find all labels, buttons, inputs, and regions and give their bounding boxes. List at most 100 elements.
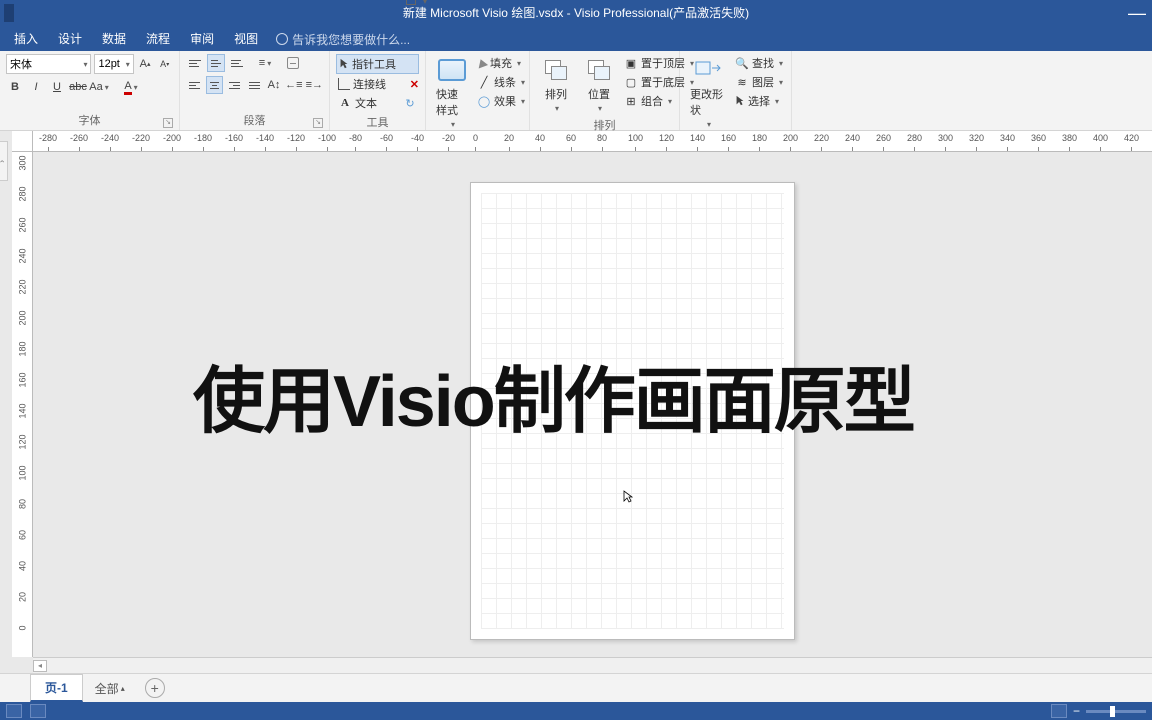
align-middle-button[interactable] bbox=[207, 54, 225, 72]
align-center-button[interactable] bbox=[206, 76, 223, 94]
tell-me-search[interactable]: 告诉我您想要做什么... bbox=[276, 31, 410, 48]
hruler-tick: 420 bbox=[1124, 131, 1139, 152]
tab-view[interactable]: 视图 bbox=[224, 27, 268, 51]
decrease-font-button[interactable]: A▾ bbox=[156, 55, 173, 73]
hruler-tick: -120 bbox=[287, 131, 305, 152]
horizontal-ruler[interactable]: -280-260-240-220-200-180-160-140-120-100… bbox=[33, 131, 1152, 152]
hruler-tick: 40 bbox=[535, 131, 545, 152]
strikethrough-button[interactable]: abc bbox=[69, 78, 87, 96]
sheet-tab-all[interactable]: 全部 ▴ bbox=[85, 676, 135, 701]
delete-connector-icon[interactable]: ✕ bbox=[410, 78, 419, 91]
hruler-tick: 280 bbox=[907, 131, 922, 152]
fill-icon bbox=[476, 58, 488, 69]
quick-styles-button[interactable]: 快速样式 ▾ bbox=[432, 54, 472, 131]
align-bottom-button[interactable] bbox=[228, 54, 246, 72]
effects-button[interactable]: ◯效果▾ bbox=[475, 92, 527, 110]
zoom-out-button[interactable]: − bbox=[1073, 704, 1080, 718]
tab-data[interactable]: 数据 bbox=[92, 27, 136, 51]
hruler-tick: 260 bbox=[876, 131, 891, 152]
vruler-tick: 120 bbox=[12, 437, 33, 447]
bold-button[interactable]: B bbox=[6, 78, 24, 96]
font-name-dropdown[interactable]: 宋体▾ bbox=[6, 54, 91, 74]
vruler-tick: 200 bbox=[12, 313, 33, 323]
hruler-tick: 100 bbox=[628, 131, 643, 152]
tab-design[interactable]: 设计 bbox=[48, 27, 92, 51]
decrease-indent-button[interactable]: ←≡ bbox=[285, 76, 302, 94]
align-right-button[interactable] bbox=[226, 76, 243, 94]
ribbon: 宋体▾ 12pt▾ A▴ A▾ B I U abc Aa▾ A▾ 字体↘ bbox=[0, 51, 1152, 131]
find-button[interactable]: 🔍查找▾ bbox=[733, 54, 785, 72]
vertical-ruler[interactable]: 3002802602402202001801601401201008060402… bbox=[12, 152, 33, 657]
send-back-icon: ▢ bbox=[624, 75, 638, 89]
justify-button[interactable] bbox=[246, 76, 263, 94]
align-top-button[interactable] bbox=[186, 54, 204, 72]
increase-indent-button[interactable]: ≡→ bbox=[306, 76, 323, 94]
pointer-icon bbox=[339, 58, 349, 70]
text-direction-button[interactable]: A↕ bbox=[266, 76, 282, 94]
select-icon bbox=[735, 95, 745, 107]
position-icon bbox=[586, 58, 612, 82]
group-tools: 指针工具 连接线 ✕ A 文本 ↻ ▾ 工具 bbox=[330, 51, 426, 130]
shape-tool-dropdown[interactable]: ▾ bbox=[423, 0, 427, 6]
change-case-button[interactable]: Aa▾ bbox=[90, 78, 108, 96]
font-color-button[interactable]: A▾ bbox=[122, 78, 140, 96]
fill-button[interactable]: 填充▾ bbox=[475, 54, 527, 72]
presentation-mode-button[interactable] bbox=[1051, 704, 1067, 718]
tab-process[interactable]: 流程 bbox=[136, 27, 180, 51]
file-menu-button[interactable] bbox=[4, 4, 14, 22]
layers-button[interactable]: ≋图层▾ bbox=[733, 73, 785, 91]
font-size-dropdown[interactable]: 12pt▾ bbox=[94, 54, 133, 74]
underline-button[interactable]: U bbox=[48, 78, 66, 96]
arrange-icon bbox=[543, 58, 569, 82]
increase-font-button[interactable]: A▴ bbox=[137, 55, 154, 73]
group-shape-styles: 快速样式 ▾ 填充▾ ╱线条▾ ◯效果▾ 形状样式 bbox=[426, 51, 530, 130]
vruler-tick: 160 bbox=[12, 375, 33, 385]
vruler-tick: 140 bbox=[12, 406, 33, 416]
font-dialog-launcher[interactable]: ↘ bbox=[163, 118, 173, 128]
tab-review[interactable]: 审阅 bbox=[180, 27, 224, 51]
status-bar: − bbox=[0, 702, 1152, 720]
hruler-tick: 160 bbox=[721, 131, 736, 152]
scroll-left-button[interactable]: ◂ bbox=[33, 660, 47, 672]
canvas[interactable]: 使用Visio制作画面原型 bbox=[33, 152, 1152, 657]
vruler-tick: 100 bbox=[12, 468, 33, 478]
pointer-tool-button[interactable]: 指针工具 bbox=[336, 54, 419, 74]
hruler-tick: 300 bbox=[938, 131, 953, 152]
hruler-tick: -180 bbox=[194, 131, 212, 152]
text-icon: A bbox=[338, 96, 352, 110]
clear-formatting-button[interactable] bbox=[284, 54, 302, 72]
vruler-tick: 0 bbox=[12, 623, 33, 633]
ribbon-tabs: 插入 设计 数据 流程 审阅 视图 告诉我您想要做什么... bbox=[0, 27, 1152, 51]
horizontal-scrollbar[interactable]: ◂ bbox=[33, 657, 1152, 673]
connector-tool-button[interactable]: 连接线 bbox=[336, 75, 407, 93]
vruler-tick: 80 bbox=[12, 499, 33, 509]
align-left-button[interactable] bbox=[186, 76, 203, 94]
paragraph-dialog-launcher[interactable]: ↘ bbox=[313, 118, 323, 128]
change-shape-button[interactable]: 更改形状 ▾ bbox=[686, 54, 730, 131]
vruler-tick: 300 bbox=[12, 158, 33, 168]
status-button-1[interactable] bbox=[6, 704, 22, 718]
shapes-pane-toggle[interactable]: ‹ bbox=[0, 141, 8, 181]
bullets-button[interactable]: ≡▾ bbox=[256, 54, 274, 72]
italic-button[interactable]: I bbox=[27, 78, 45, 96]
group-font: 宋体▾ 12pt▾ A▴ A▾ B I U abc Aa▾ A▾ 字体↘ bbox=[0, 51, 180, 130]
minimize-button[interactable]: — bbox=[1122, 0, 1152, 27]
select-button[interactable]: 选择▾ bbox=[733, 92, 785, 110]
rectangle-tool-button[interactable] bbox=[402, 0, 420, 10]
hruler-tick: 140 bbox=[690, 131, 705, 152]
arrange-button[interactable]: 排列 ▾ bbox=[536, 54, 576, 115]
line-button[interactable]: ╱线条▾ bbox=[475, 73, 527, 91]
hruler-tick: 340 bbox=[1000, 131, 1015, 152]
add-page-button[interactable]: + bbox=[145, 678, 165, 698]
workspace: ‹ -280-260-240-220-200-180-160-140-120-1… bbox=[0, 131, 1152, 673]
position-button[interactable]: 位置 ▾ bbox=[579, 54, 619, 115]
bring-front-icon: ▣ bbox=[624, 56, 638, 70]
sheet-tab-page1[interactable]: 页-1 bbox=[30, 674, 83, 702]
tab-insert[interactable]: 插入 bbox=[4, 27, 48, 51]
vruler-tick: 180 bbox=[12, 344, 33, 354]
change-shape-icon bbox=[692, 56, 724, 84]
status-button-2[interactable] bbox=[30, 704, 46, 718]
zoom-slider[interactable] bbox=[1086, 710, 1146, 713]
text-tool-button[interactable]: A 文本 bbox=[336, 94, 398, 112]
rotate-tool-button[interactable]: ↻ bbox=[401, 94, 419, 112]
